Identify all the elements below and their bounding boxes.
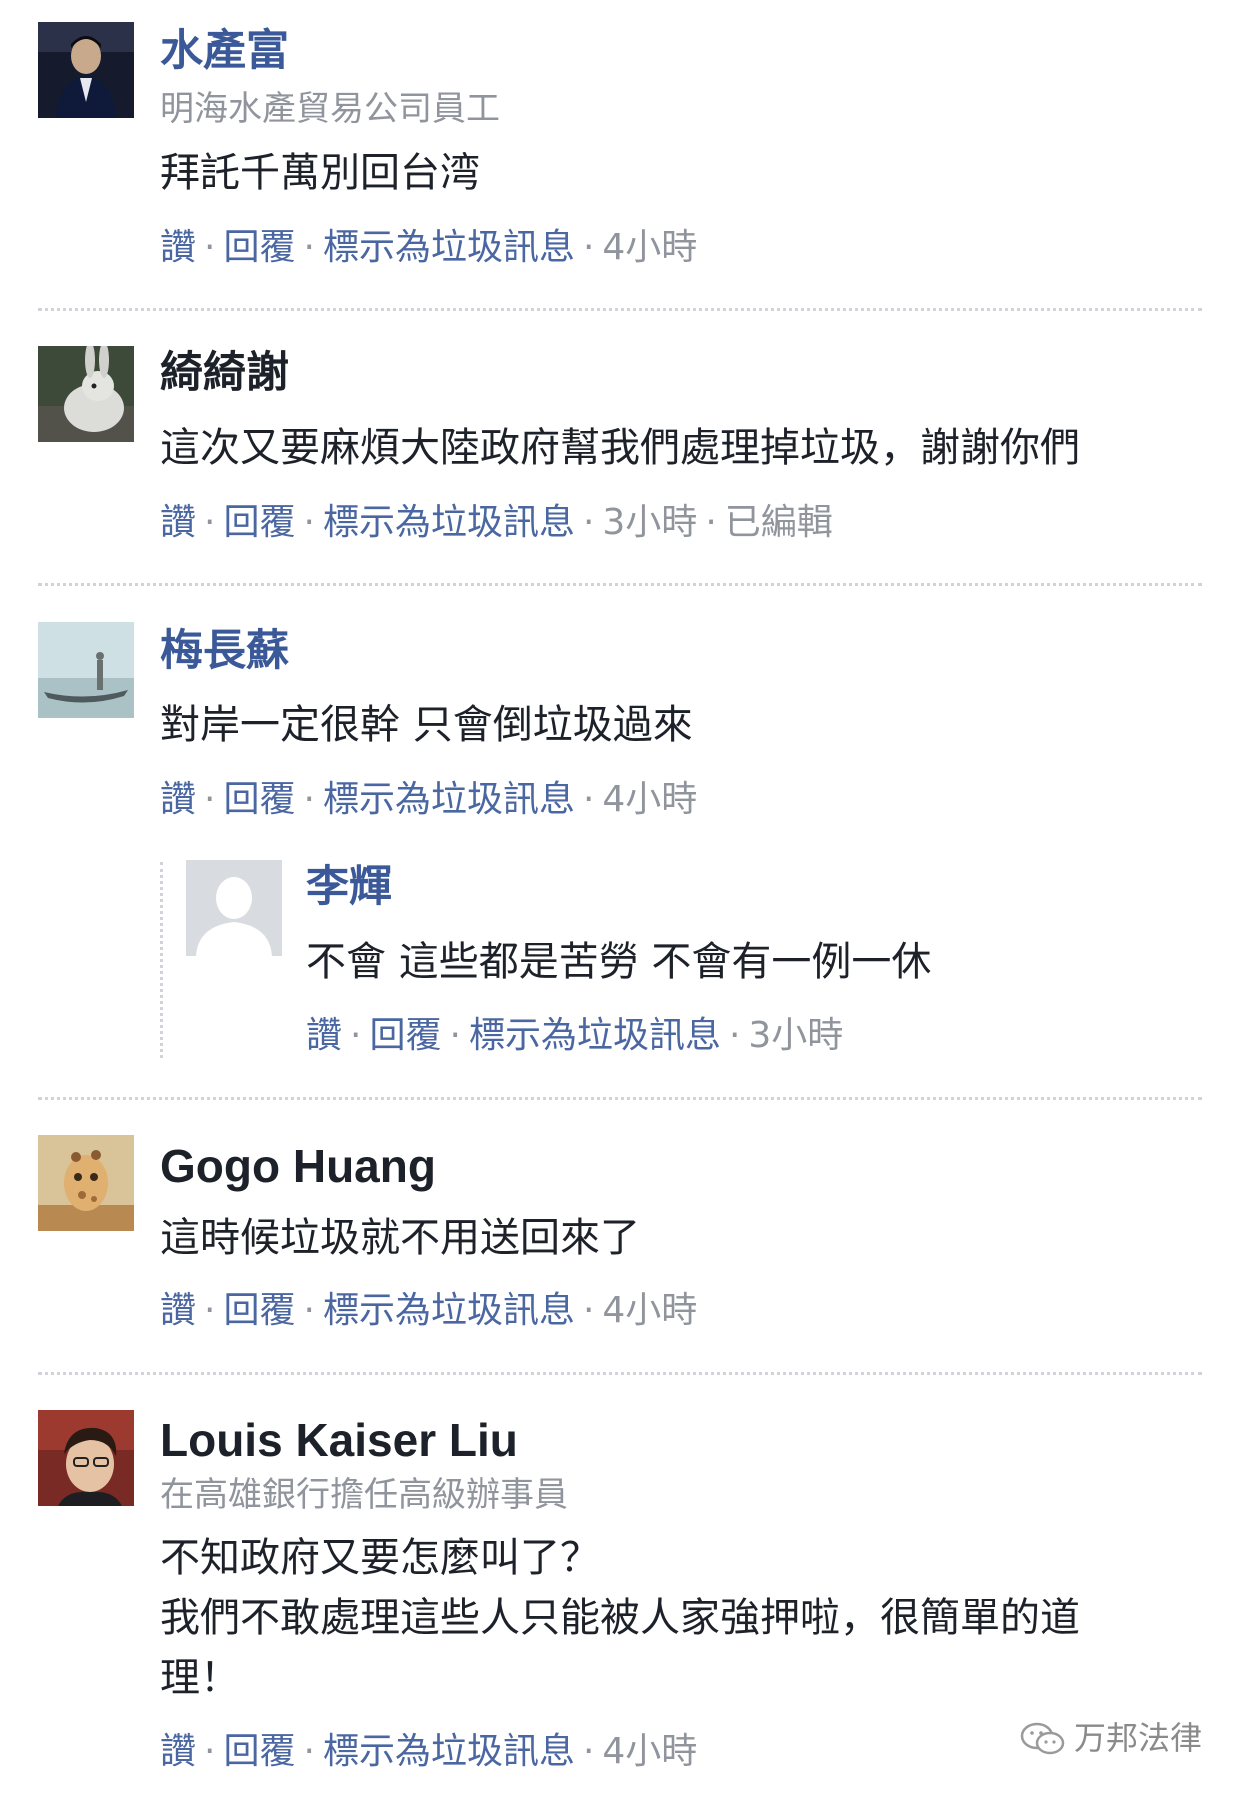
separator: ·	[303, 502, 315, 543]
comment-divider	[38, 308, 1202, 311]
separator: ·	[303, 227, 315, 268]
separator: ·	[449, 1015, 461, 1056]
comment-actions: 讚 · 回覆 · 標示為垃圾訊息 · 3小時	[306, 1018, 843, 1054]
timestamp[interactable]: 4小時	[602, 1290, 697, 1331]
wechat-icon	[1020, 1722, 1065, 1755]
comment-text-line-2: 我們不敢處理這些人只能被人家強押啦，很簡單的道	[160, 1595, 1080, 1641]
comment-text-line-1: 不知政府又要怎麼叫了？	[160, 1535, 600, 1581]
comment-actions: 讚 · 回覆 · 標示為垃圾訊息 · 4小時	[160, 1734, 697, 1770]
comment-actions: 讚 · 回覆 · 標示為垃圾訊息 · 4小時	[160, 230, 697, 266]
commenter-name[interactable]: 李輝	[306, 866, 392, 909]
comment-divider	[38, 1372, 1202, 1375]
avatar[interactable]	[38, 622, 134, 718]
timestamp[interactable]: 4小時	[602, 779, 697, 820]
timestamp[interactable]: 4小時	[602, 227, 697, 268]
separator: ·	[582, 1731, 595, 1772]
separator: ·	[582, 1290, 595, 1331]
avatar[interactable]	[38, 346, 134, 442]
separator: ·	[204, 502, 216, 543]
reply-link[interactable]: 回覆	[223, 227, 295, 268]
like-link[interactable]: 讚	[160, 1290, 196, 1331]
comment-text: 不會 這些都是苦勞 不會有一例一休	[306, 939, 932, 985]
separator: ·	[204, 227, 216, 268]
commenter-workplace: 在高雄銀行擔任高級辦事員	[160, 1475, 568, 1515]
separator: ·	[303, 779, 315, 820]
comment-divider	[38, 1097, 1202, 1100]
comment-text-line-3: 理！	[160, 1655, 240, 1701]
reply-thread-line	[160, 862, 163, 1058]
separator: ·	[705, 502, 717, 543]
edited-label[interactable]: 已編輯	[725, 502, 833, 543]
reply-link[interactable]: 回覆	[223, 1731, 295, 1772]
timestamp[interactable]: 3小時	[748, 1015, 843, 1056]
comment-text: 對岸一定很幹 只會倒垃圾過來	[160, 702, 693, 748]
comment-actions: 讚 · 回覆 · 標示為垃圾訊息 · 4小時	[160, 782, 697, 818]
separator: ·	[303, 1731, 315, 1772]
commenter-workplace: 明海水產貿易公司員工	[160, 89, 500, 129]
mark-spam-link[interactable]: 標示為垃圾訊息	[323, 502, 575, 543]
like-link[interactable]: 讚	[160, 502, 196, 543]
reply-link[interactable]: 回覆	[369, 1015, 441, 1056]
separator: ·	[728, 1015, 741, 1056]
watermark-text: 万邦法律	[1074, 1719, 1203, 1757]
reply-link[interactable]: 回覆	[223, 779, 295, 820]
comment-text: 拜託千萬別回台湾	[160, 150, 480, 196]
mark-spam-link[interactable]: 標示為垃圾訊息	[469, 1015, 721, 1056]
separator: ·	[582, 779, 595, 820]
separator: ·	[204, 1290, 216, 1331]
comment-divider	[38, 583, 1202, 586]
commenter-name[interactable]: 梅長蘇	[160, 630, 289, 673]
mark-spam-link[interactable]: 標示為垃圾訊息	[323, 1290, 575, 1331]
separator: ·	[204, 779, 216, 820]
like-link[interactable]: 讚	[160, 779, 196, 820]
separator: ·	[582, 227, 595, 268]
commenter-name[interactable]: 水產富	[160, 30, 289, 73]
mark-spam-link[interactable]: 標示為垃圾訊息	[323, 227, 575, 268]
comment-actions: 讚 · 回覆 · 標示為垃圾訊息 · 4小時	[160, 1293, 697, 1329]
avatar[interactable]	[38, 22, 134, 118]
like-link[interactable]: 讚	[306, 1015, 342, 1056]
avatar[interactable]	[38, 1410, 134, 1506]
commenter-name[interactable]: 綺綺謝	[160, 352, 289, 395]
separator: ·	[303, 1290, 315, 1331]
comment-text: 這時候垃圾就不用送回來了	[160, 1215, 640, 1261]
separator: ·	[204, 1731, 216, 1772]
separator: ·	[350, 1015, 362, 1056]
mark-spam-link[interactable]: 標示為垃圾訊息	[323, 779, 575, 820]
comment-text: 這次又要麻煩大陸政府幫我們處理掉垃圾，謝謝你們	[160, 425, 1080, 471]
like-link[interactable]: 讚	[160, 227, 196, 268]
mark-spam-link[interactable]: 標示為垃圾訊息	[323, 1731, 575, 1772]
reply-link[interactable]: 回覆	[223, 1290, 295, 1331]
default-avatar[interactable]	[186, 860, 282, 956]
commenter-name[interactable]: Louis Kaiser Liu	[160, 1417, 518, 1463]
comment-actions: 讚 · 回覆 · 標示為垃圾訊息 · 3小時 · 已編輯	[160, 505, 833, 541]
commenter-name[interactable]: Gogo Huang	[160, 1143, 436, 1189]
reply-link[interactable]: 回覆	[223, 502, 295, 543]
separator: ·	[582, 502, 595, 543]
timestamp[interactable]: 3小時	[602, 502, 697, 543]
timestamp[interactable]: 4小時	[602, 1731, 697, 1772]
avatar[interactable]	[38, 1135, 134, 1231]
like-link[interactable]: 讚	[160, 1731, 196, 1772]
